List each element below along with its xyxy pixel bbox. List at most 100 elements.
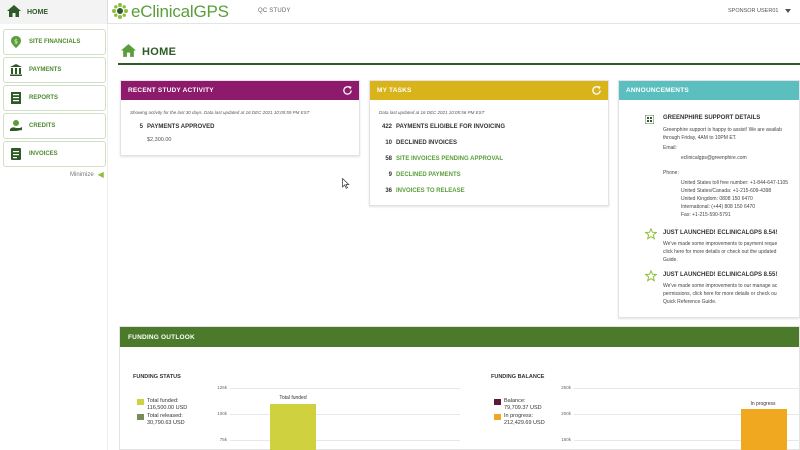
funding-outlook-panel: FUNDING OUTLOOK FUNDING STATUS Total fun… xyxy=(119,326,800,450)
task-row[interactable]: 10 DECLINED INVOICES xyxy=(372,140,457,146)
announcement-title[interactable]: JUST LAUNCHED! ECLINICALGPS 8.54! xyxy=(663,230,777,236)
svg-text:$: $ xyxy=(14,39,18,46)
gridline xyxy=(574,388,800,389)
my-tasks-note: Data last updated at 16 DEC 2021 10:05:5… xyxy=(379,110,485,115)
legend-value: 116,500.00 USD xyxy=(147,405,188,411)
announcement-link[interactable]: click here for more details or check out… xyxy=(663,249,776,255)
announcements-header: ANNOUNCEMENTS xyxy=(619,81,799,100)
announcements-title: ANNOUNCEMENTS xyxy=(626,87,689,94)
announcement-line: We've made some improvements to payment … xyxy=(663,241,778,247)
announcement-title[interactable]: JUST LAUNCHED! ECLINICALGPS 8.55! xyxy=(663,272,777,278)
in-progress-bar[interactable] xyxy=(741,409,787,450)
page-title-label: HOME xyxy=(142,45,177,58)
star-icon xyxy=(644,227,658,242)
title-divider xyxy=(118,63,800,65)
support-email-label: Email: xyxy=(663,145,677,151)
legend-value: 212,429.69 USD xyxy=(504,420,545,426)
legend-swatch xyxy=(137,414,144,420)
support-line: through Friday, 4AM to 10PM ET. xyxy=(663,135,737,141)
sidebar-item-label: REPORTS xyxy=(29,95,59,101)
refresh-icon[interactable] xyxy=(590,85,602,97)
chevron-down-icon xyxy=(785,9,792,13)
minimize-label: Minimize xyxy=(70,171,94,178)
user-name: SPONSOR USER01 xyxy=(728,8,779,14)
task-count: 36 xyxy=(385,188,392,194)
y-tick-label: 250k xyxy=(561,385,571,390)
eclinicalgps-logo[interactable]: eClinicalGPS xyxy=(112,2,229,22)
home-nav-button[interactable]: HOME xyxy=(0,0,108,24)
gridline xyxy=(230,440,460,441)
announcement-link[interactable]: permissions, click here for more details… xyxy=(663,291,777,297)
sidebar: $ SITE FINANCIALS PAYMENTS REPORTS CREDI… xyxy=(0,24,108,450)
support-phone: United Kingdom: 0808 150 6470 xyxy=(681,196,753,202)
legend-label: In progress: xyxy=(504,413,534,419)
total-funded-bar[interactable] xyxy=(270,404,316,450)
minimize-sidebar-button[interactable]: Minimize ◀ xyxy=(70,170,104,179)
legend-swatch xyxy=(137,399,144,405)
greenphire-logo-icon xyxy=(644,114,655,126)
logo-text: eClinicalGPS xyxy=(131,2,229,21)
mouse-cursor-icon xyxy=(342,177,350,191)
task-count: 422 xyxy=(381,124,392,130)
my-tasks-header: MY TASKS xyxy=(370,81,608,100)
legend-total-released: Total released: 30,790.63 USD xyxy=(137,413,185,427)
support-phone-label: Phone: xyxy=(663,170,679,176)
activity-amount: $2,300.00 xyxy=(147,137,172,143)
study-name: QC STUDY xyxy=(258,8,291,14)
sidebar-item-label: SITE FINANCIALS xyxy=(29,39,81,45)
task-row[interactable]: 9 DECLINED PAYMENTS xyxy=(372,172,461,178)
y-tick-label: 150k xyxy=(561,437,571,442)
gridline xyxy=(230,414,460,415)
reports-icon xyxy=(9,91,23,105)
announcement-line: Guide. xyxy=(663,257,678,263)
y-tick-label: 200k xyxy=(561,411,571,416)
user-menu[interactable]: SPONSOR USER01 xyxy=(728,8,792,14)
recent-activity-header: RECENT STUDY ACTIVITY xyxy=(121,81,359,100)
support-phone: United States/Canada: +1-215-609-4398 xyxy=(681,188,772,194)
bar-label: Total funded xyxy=(279,395,307,401)
funding-outlook-header: FUNDING OUTLOOK xyxy=(120,327,799,347)
support-fax: Fax: +1-215-590-5791 xyxy=(681,212,731,218)
sidebar-item-payments[interactable]: PAYMENTS xyxy=(3,57,106,83)
task-row[interactable]: 58 SITE INVOICES PENDING APPROVAL xyxy=(372,156,503,162)
page-title: HOME xyxy=(121,44,176,59)
star-icon xyxy=(644,269,658,284)
home-icon xyxy=(121,44,136,59)
sidebar-item-credits[interactable]: CREDITS xyxy=(3,113,106,139)
task-row[interactable]: 36 INVOICES TO RELEASE xyxy=(372,188,465,194)
legend-label: Total funded: xyxy=(147,398,179,404)
sidebar-item-label: INVOICES xyxy=(29,151,58,157)
funding-status-title: FUNDING STATUS xyxy=(133,374,181,380)
bar-label: In progress xyxy=(750,401,776,407)
home-nav-label: HOME xyxy=(27,8,48,16)
activity-row[interactable]: 5 PAYMENTS APPROVED xyxy=(123,124,215,130)
task-row[interactable]: 422 PAYMENTS ELIGIBLE FOR INVOICING xyxy=(372,124,505,130)
announcement-line: We've made some improvements to our mana… xyxy=(663,283,778,289)
sidebar-item-label: PAYMENTS xyxy=(29,67,62,73)
recent-activity-note: Showing activity for the last 30 days. D… xyxy=(130,110,310,115)
legend-value: 79,709.37 USD xyxy=(504,405,542,411)
support-email-link[interactable]: eclinicalgps@greenphire.com xyxy=(681,155,747,161)
logo-flower-icon xyxy=(112,3,128,21)
task-label: INVOICES TO RELEASE xyxy=(396,188,465,194)
home-icon xyxy=(7,5,21,19)
announcements-card: ANNOUNCEMENTS GREENPHIRE SUPPORT DETAILS… xyxy=(618,80,800,318)
sidebar-item-invoices[interactable]: INVOICES xyxy=(3,141,106,167)
activity-label: PAYMENTS APPROVED xyxy=(147,124,215,130)
support-line: Greenphire support is happy to assist! W… xyxy=(663,127,782,133)
task-count: 10 xyxy=(385,140,392,146)
refresh-icon[interactable] xyxy=(341,85,353,97)
site-financials-icon: $ xyxy=(9,35,23,49)
support-phone: International: (+44) 808 150 6470 xyxy=(681,204,756,210)
y-tick-label: 75k xyxy=(219,437,227,442)
legend-in-progress: In progress: 212,429.69 USD xyxy=(494,413,545,427)
task-label: DECLINED PAYMENTS xyxy=(396,172,461,178)
sidebar-item-reports[interactable]: REPORTS xyxy=(3,85,106,111)
legend-swatch xyxy=(494,399,501,405)
funding-outlook-title: FUNDING OUTLOOK xyxy=(128,333,195,341)
task-label: SITE INVOICES PENDING APPROVAL xyxy=(396,156,504,162)
legend-balance: Balance: 79,709.37 USD xyxy=(494,398,542,412)
support-phone: United States toll free number: +1-844-6… xyxy=(681,180,789,186)
sidebar-item-site-financials[interactable]: $ SITE FINANCIALS xyxy=(3,29,106,55)
recent-activity-card: RECENT STUDY ACTIVITY Showing activity f… xyxy=(120,80,360,156)
